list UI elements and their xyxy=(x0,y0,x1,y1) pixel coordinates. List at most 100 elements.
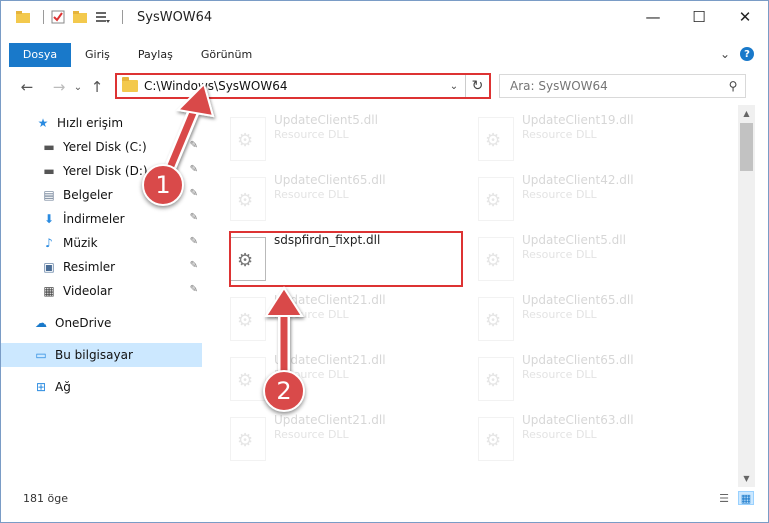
drive-icon: ▬ xyxy=(43,164,55,178)
properties-icon[interactable] xyxy=(50,9,66,25)
tab-share[interactable]: Paylaş xyxy=(124,43,187,67)
customize-toolbar-icon[interactable] xyxy=(94,9,110,25)
scrollbar-thumb[interactable] xyxy=(740,123,753,171)
search-box[interactable]: ⚲ xyxy=(499,74,746,98)
address-dropdown-icon[interactable]: ⌄ xyxy=(443,81,465,92)
scroll-up-icon[interactable]: ▲ xyxy=(738,105,755,122)
item-count: 181 öge xyxy=(23,491,68,505)
sidebar-item-label: Bu bilgisayar xyxy=(55,348,133,362)
vertical-scrollbar[interactable]: ▲ ▼ xyxy=(738,105,755,487)
address-text[interactable]: C:\Windows\SysWOW64 xyxy=(144,79,443,93)
file-item[interactable]: ⚙ UpdateClient65.dll Resource DLL xyxy=(230,173,386,229)
new-folder-icon[interactable] xyxy=(72,9,88,25)
navigation-pane: ★ Hızlı erişim ▬ Yerel Disk (C:) ✎ ▬ Yer… xyxy=(1,105,211,485)
close-button[interactable]: ✕ xyxy=(722,1,768,33)
navigation-bar: ← → ⌄ ↑ C:\Windows\SysWOW64 ⌄ ↻ ⚲ xyxy=(1,71,768,103)
sidebar-item-this-pc[interactable]: ▭ Bu bilgisayar xyxy=(1,343,202,367)
file-type: Resource DLL xyxy=(274,128,349,141)
dll-file-icon: ⚙ xyxy=(230,357,266,401)
tab-file[interactable]: Dosya xyxy=(9,43,71,67)
file-type: Resource DLL xyxy=(522,248,597,261)
sidebar-item-pictures[interactable]: ▣ Resimler ✎ xyxy=(1,255,202,279)
forward-button[interactable]: → xyxy=(47,75,71,99)
file-item[interactable]: ⚙ UpdateClient63.dll Resource DLL xyxy=(478,413,634,469)
window-title: SysWOW64 xyxy=(137,9,213,25)
file-type: Resource DLL xyxy=(522,128,597,141)
dll-file-icon: ⚙ xyxy=(478,237,514,281)
file-type: Resource DLL xyxy=(522,368,597,381)
quick-access-toolbar xyxy=(1,1,129,33)
dll-file-icon: ⚙ xyxy=(230,177,266,221)
sidebar-item-label: Videolar xyxy=(63,284,113,298)
file-type: Resource DLL xyxy=(274,308,349,321)
large-icons-view-icon[interactable]: ▦ xyxy=(738,491,754,505)
view-switcher: ☰ ▦ xyxy=(716,491,754,505)
window-controls: — ☐ ✕ xyxy=(630,1,768,33)
sidebar-item-music[interactable]: ♪ Müzik ✎ xyxy=(1,231,202,255)
file-item[interactable]: ⚙ UpdateClient21.dll Resource DLL xyxy=(230,353,386,409)
pin-icon: ✎ xyxy=(189,212,198,223)
explorer-window: SysWOW64 — ☐ ✕ Dosya Giriş Paylaş Görünü… xyxy=(0,0,769,523)
file-item[interactable]: ⚙ UpdateClient21.dll Resource DLL xyxy=(230,413,386,469)
dll-file-icon: ⚙ xyxy=(478,297,514,341)
dll-file-icon: ⚙ xyxy=(478,177,514,221)
file-type: Resource DLL xyxy=(274,188,349,201)
sidebar-item-onedrive[interactable]: ☁ OneDrive xyxy=(1,311,202,335)
pin-icon: ✎ xyxy=(189,236,198,247)
sidebar-item-local-disk-c[interactable]: ▬ Yerel Disk (C:) ✎ xyxy=(1,135,202,159)
file-type: Resource DLL xyxy=(522,308,597,321)
recent-locations-button[interactable]: ⌄ xyxy=(71,75,85,99)
pin-icon: ✎ xyxy=(189,188,198,199)
sidebar-item-downloads[interactable]: ⬇ İndirmeler ✎ xyxy=(1,207,202,231)
dll-file-icon: ⚙ xyxy=(478,117,514,161)
folder-icon xyxy=(122,77,138,92)
tab-view[interactable]: Görünüm xyxy=(187,43,266,67)
file-name: UpdateClient42.dll xyxy=(522,173,634,187)
scroll-down-icon[interactable]: ▼ xyxy=(738,470,755,487)
maximize-button[interactable]: ☐ xyxy=(676,1,722,33)
sidebar-item-network[interactable]: ⊞ Ağ xyxy=(1,375,202,399)
sidebar-item-label: Yerel Disk (D:) xyxy=(63,164,148,178)
download-icon: ⬇ xyxy=(43,212,55,226)
file-name: UpdateClient5.dll xyxy=(274,113,378,127)
sidebar-item-label: Hızlı erişim xyxy=(57,116,124,130)
file-item[interactable]: ⚙ UpdateClient65.dll Resource DLL xyxy=(478,353,634,409)
file-item[interactable]: ⚙ UpdateClient5.dll Resource DLL xyxy=(478,233,626,289)
search-icon[interactable]: ⚲ xyxy=(721,79,745,93)
search-input[interactable] xyxy=(500,79,721,93)
pictures-icon: ▣ xyxy=(43,260,55,274)
sidebar-item-videos[interactable]: ▦ Videolar ✎ xyxy=(1,279,202,303)
dll-file-icon: ⚙ xyxy=(230,117,266,161)
file-item[interactable]: ⚙ UpdateClient19.dll Resource DLL xyxy=(478,113,634,169)
documents-icon: ▤ xyxy=(43,188,55,202)
tab-home[interactable]: Giriş xyxy=(71,43,124,67)
file-item[interactable]: ⚙ UpdateClient65.dll Resource DLL xyxy=(478,293,634,349)
dll-file-icon: ⚙ xyxy=(230,297,266,341)
computer-icon: ▭ xyxy=(35,348,47,362)
sidebar-item-quick-access[interactable]: ★ Hızlı erişim xyxy=(1,111,202,135)
up-button[interactable]: ↑ xyxy=(85,75,109,99)
refresh-button[interactable]: ↻ xyxy=(465,75,489,97)
sidebar-item-label: OneDrive xyxy=(55,316,112,330)
separator xyxy=(43,10,44,24)
highlight-box xyxy=(229,231,463,287)
address-bar[interactable]: C:\Windows\SysWOW64 ⌄ ↻ xyxy=(115,73,491,99)
file-name: UpdateClient65.dll xyxy=(522,353,634,367)
pin-icon: ✎ xyxy=(189,284,198,295)
file-item[interactable]: ⚙ UpdateClient42.dll Resource DLL xyxy=(478,173,634,229)
back-button[interactable]: ← xyxy=(15,75,39,99)
expand-ribbon-icon[interactable]: ⌄ xyxy=(720,47,730,61)
file-name: UpdateClient63.dll xyxy=(522,413,634,427)
file-item[interactable]: ⚙ UpdateClient21.dll Resource DLL xyxy=(230,293,386,349)
drive-icon: ▬ xyxy=(43,140,55,154)
ribbon-right: ⌄ ? xyxy=(720,47,754,61)
pin-icon: ✎ xyxy=(189,140,198,151)
details-view-icon[interactable]: ☰ xyxy=(716,491,732,505)
file-item[interactable]: ⚙ UpdateClient5.dll Resource DLL xyxy=(230,113,378,169)
sidebar-item-label: Resimler xyxy=(63,260,116,274)
pin-icon: ✎ xyxy=(189,260,198,271)
help-icon[interactable]: ? xyxy=(740,47,754,61)
file-type: Resource DLL xyxy=(274,428,349,441)
separator xyxy=(122,10,123,24)
minimize-button[interactable]: — xyxy=(630,1,676,33)
